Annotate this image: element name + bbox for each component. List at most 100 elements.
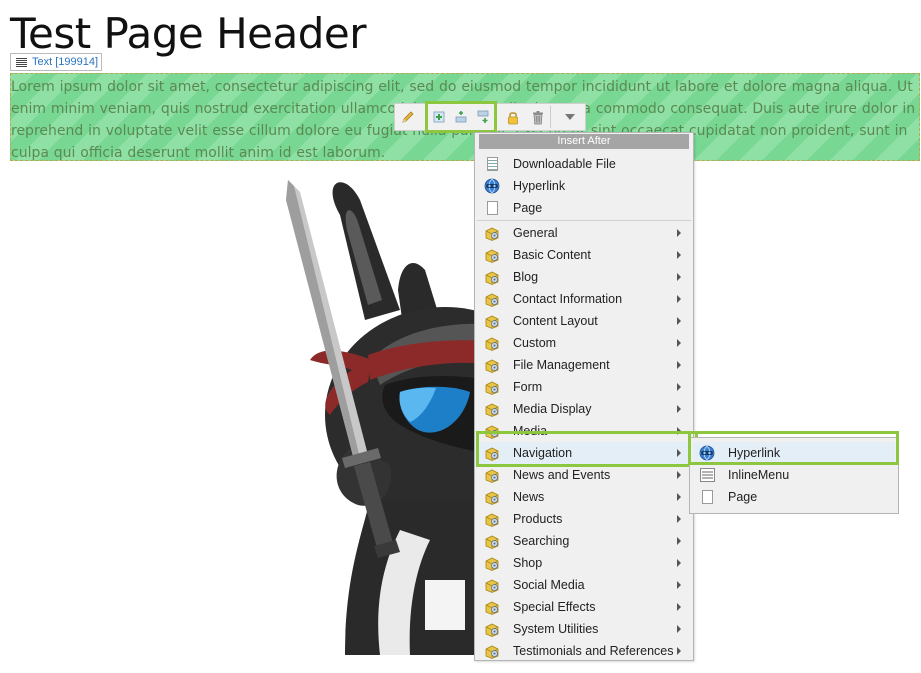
- package-gear-icon: [483, 643, 501, 659]
- menu-category-label: Blog: [513, 270, 539, 284]
- toolbar-divider: [550, 106, 551, 128]
- menu-category-label: General: [513, 226, 558, 240]
- menu-category-searching[interactable]: Searching: [475, 530, 693, 552]
- submenu-item-label: InlineMenu: [728, 468, 790, 482]
- menu-category-news-and-events[interactable]: News and Events: [475, 464, 693, 486]
- menu-item-label: Hyperlink: [513, 179, 566, 193]
- menu-item-downloadable-file[interactable]: Downloadable File: [475, 153, 693, 175]
- package-gear-icon: [483, 225, 501, 241]
- menu-category-label: Testimonials and References: [513, 644, 674, 658]
- menu-item-page[interactable]: Page: [475, 197, 693, 219]
- content-tag[interactable]: Text [199914]: [10, 53, 103, 71]
- package-gear-icon: [483, 621, 501, 637]
- package-gear-icon: [483, 555, 501, 571]
- menu-category-label: Searching: [513, 534, 570, 548]
- submenu-arrow-icon: [677, 515, 681, 523]
- package-gear-icon: [483, 599, 501, 615]
- menu-icon: [698, 467, 716, 483]
- menu-category-label: Media Display: [513, 402, 592, 416]
- menu-item-label: Page: [513, 201, 543, 215]
- submenu-arrow-icon: [677, 405, 681, 413]
- submenu-arrow-icon: [677, 647, 681, 655]
- menu-category-label: Form: [513, 380, 543, 394]
- menu-item-hyperlink[interactable]: Hyperlink: [475, 175, 693, 197]
- file-icon: [483, 156, 501, 172]
- menu-category-label: Custom: [513, 336, 557, 350]
- menu-category-label: News: [513, 490, 545, 504]
- ninja-mascot-image: [286, 180, 500, 655]
- insert-after-menu: Insert After Downloadable File Hyperlink…: [474, 132, 694, 661]
- menu-category-label: Basic Content: [513, 248, 591, 262]
- insert-after-button[interactable]: [472, 104, 494, 130]
- submenu-item-page[interactable]: Page: [690, 486, 898, 508]
- pencil-icon: [401, 111, 414, 123]
- package-gear-icon: [483, 269, 501, 285]
- menu-category-label: Content Layout: [513, 314, 598, 328]
- submenu-arrow-icon: [677, 471, 681, 479]
- menu-category-form[interactable]: Form: [475, 376, 693, 398]
- more-options-button[interactable]: [557, 104, 582, 130]
- submenu-arrow-icon: [677, 273, 681, 281]
- package-gear-icon: [483, 489, 501, 505]
- submenu-arrow-icon: [677, 383, 681, 391]
- submenu-arrow-icon: [677, 493, 681, 501]
- package-gear-icon: [483, 511, 501, 527]
- menu-category-content-layout[interactable]: Content Layout: [475, 310, 693, 332]
- package-gear-icon: [483, 247, 501, 263]
- menu-category-label: File Management: [513, 358, 610, 372]
- menu-category-label: Social Media: [513, 578, 585, 592]
- menu-category-general[interactable]: General: [475, 222, 693, 244]
- submenu-arrow-icon: [677, 537, 681, 545]
- menu-separator: [477, 220, 691, 221]
- menu-category-label: Shop: [513, 556, 543, 570]
- submenu-arrow-icon: [677, 361, 681, 369]
- page-icon: [698, 489, 716, 505]
- submenu-arrow-icon: [677, 603, 681, 611]
- menu-category-media-display[interactable]: Media Display: [475, 398, 693, 420]
- menu-category-basic-content[interactable]: Basic Content: [475, 244, 693, 266]
- insert-before-icon: [433, 111, 445, 123]
- menu-category-file-management[interactable]: File Management: [475, 354, 693, 376]
- menu-category-products[interactable]: Products: [475, 508, 693, 530]
- menu-category-system-utilities[interactable]: System Utilities: [475, 618, 693, 640]
- menu-category-shop[interactable]: Shop: [475, 552, 693, 574]
- insert-after-icon: [477, 110, 489, 123]
- menu-category-social-media[interactable]: Social Media: [475, 574, 693, 596]
- lock-button[interactable]: [500, 104, 525, 130]
- package-gear-icon: [483, 379, 501, 395]
- insert-before-button[interactable]: [428, 104, 450, 130]
- insert-inside-button[interactable]: [450, 104, 472, 130]
- menu-category-news[interactable]: News: [475, 486, 693, 508]
- menu-category-label: Products: [513, 512, 563, 526]
- menu-category-blog[interactable]: Blog: [475, 266, 693, 288]
- menu-category-label: Special Effects: [513, 600, 596, 614]
- submenu-arrow-icon: [677, 317, 681, 325]
- menu-category-label: Contact Information: [513, 292, 623, 306]
- package-gear-icon: [483, 533, 501, 549]
- menu-category-label: News and Events: [513, 468, 611, 482]
- submenu-arrow-icon: [677, 251, 681, 259]
- submenu-arrow-icon: [677, 229, 681, 237]
- package-gear-icon: [483, 357, 501, 373]
- submenu-arrow-icon: [677, 295, 681, 303]
- navigation-highlight: [476, 431, 698, 467]
- package-gear-icon: [483, 401, 501, 417]
- package-gear-icon: [483, 577, 501, 593]
- menu-category-custom[interactable]: Custom: [475, 332, 693, 354]
- page-icon: [483, 200, 501, 216]
- menu-category-contact-information[interactable]: Contact Information: [475, 288, 693, 310]
- menu-category-special-effects[interactable]: Special Effects: [475, 596, 693, 618]
- edit-button[interactable]: [395, 104, 420, 130]
- delete-button[interactable]: [525, 104, 550, 130]
- submenu-arrow-icon: [677, 559, 681, 567]
- menu-category-testimonials-and-references[interactable]: Testimonials and References: [475, 640, 693, 662]
- submenu-item-label: Page: [728, 490, 758, 504]
- menu-item-label: Downloadable File: [513, 157, 616, 171]
- submenu-arrow-icon: [677, 581, 681, 589]
- globe-icon: [483, 178, 501, 194]
- package-gear-icon: [483, 291, 501, 307]
- dropdown-icon: [564, 114, 575, 120]
- content-tag-label: Text [199914]: [32, 56, 99, 68]
- menu-category-label: System Utilities: [513, 622, 599, 636]
- submenu-item-inlinemenu[interactable]: InlineMenu: [690, 464, 898, 486]
